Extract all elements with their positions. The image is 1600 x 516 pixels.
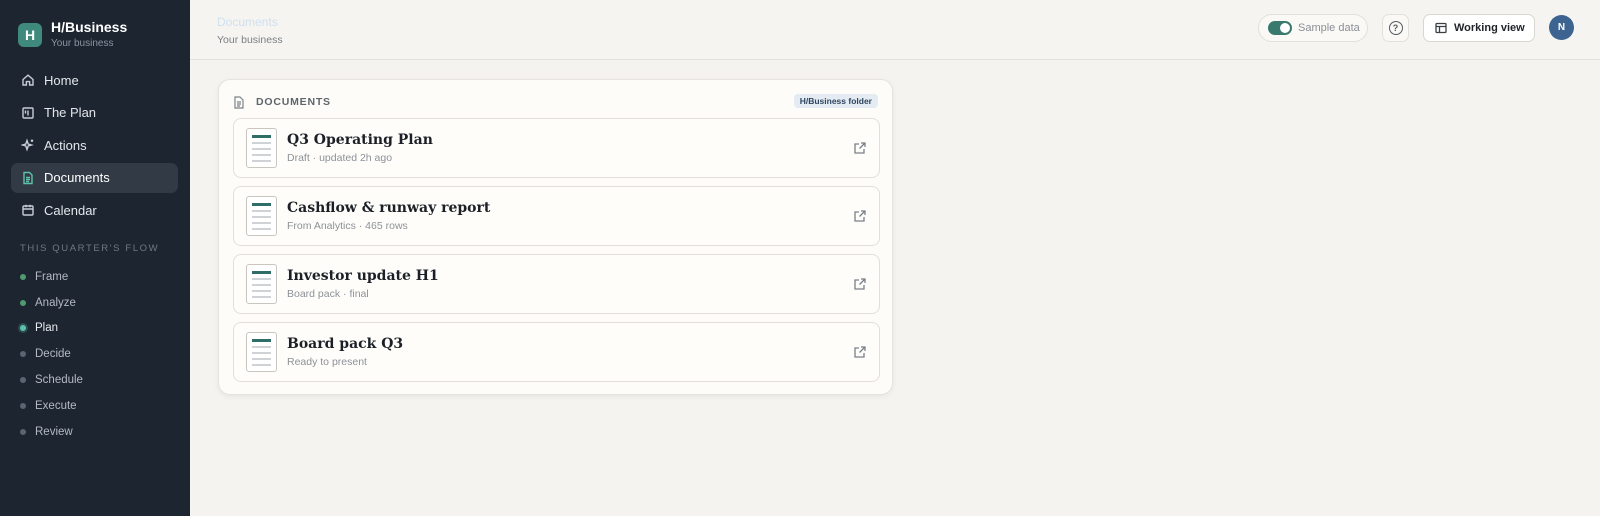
flow-step-label: Plan [35,322,59,335]
external-link-icon[interactable] [853,277,867,291]
document-thumbnail-icon [246,332,277,372]
sidebar-nav: Home The Plan Actions Documents Calendar [11,65,178,228]
sidebar-item-calendar[interactable]: Calendar [11,195,178,225]
document-icon [21,171,35,185]
flow-step-execute[interactable]: Execute [20,393,83,419]
layout-icon [1435,22,1447,34]
sidebar-item-label: Actions [44,137,87,153]
sidebar-item-actions[interactable]: Actions [11,130,178,160]
flow-step-label: Execute [35,399,77,412]
document-row[interactable]: Cashflow & runway report From Analytics … [233,186,880,246]
breadcrumb[interactable]: Documents [217,15,278,29]
question-icon: ? [1388,21,1403,35]
external-link-icon[interactable] [853,141,867,155]
document-row[interactable]: Q3 Operating Plan Draft · updated 2h ago [233,118,880,178]
document-thumbnail-icon [246,264,277,304]
step-status-dot [20,428,26,435]
flow-step-plan[interactable]: Plan [20,316,83,342]
document-title: Cashflow & runway report [287,200,491,216]
sidebar-item-label: Documents [44,170,110,185]
help-button[interactable]: ? [1382,14,1409,42]
flow-step-label: Review [35,425,73,438]
sidebar: H H/Business Your business Home The Plan… [0,0,190,516]
sidebar-item-label: Calendar [44,202,97,218]
brand[interactable]: H H/Business Your business [18,19,127,51]
document-list: Q3 Operating Plan Draft · updated 2h ago… [233,118,880,390]
step-status-dot [20,402,26,409]
plan-board-icon [21,106,35,120]
flow-heading: THIS QUARTER'S FLOW [20,243,160,254]
step-status-dot [20,273,26,280]
document-meta: Draft · updated 2h ago [287,152,393,164]
toggle-switch[interactable] [1268,21,1292,35]
document-title: Board pack Q3 [287,336,404,352]
sample-data-toggle[interactable]: Sample data [1258,14,1368,42]
sparkle-icon [21,138,35,152]
document-icon [234,95,244,109]
top-header: Documents Your business Sample data ? Wo… [190,0,1600,60]
external-link-icon[interactable] [853,345,867,359]
brand-name: H/Business [51,19,128,35]
user-avatar[interactable]: N [1549,15,1574,40]
sidebar-item-label: The Plan [44,105,97,120]
step-status-dot [20,299,26,306]
document-row[interactable]: Investor update H1 Board pack · final [233,254,880,314]
working-view-button[interactable]: Working view [1423,14,1535,42]
external-link-icon[interactable] [853,209,867,223]
step-status-dot [20,351,26,358]
document-title: Q3 Operating Plan [287,132,433,148]
sidebar-item-home[interactable]: Home [11,65,178,95]
brand-subtitle: Your business [51,38,114,49]
home-icon [21,73,35,87]
brand-logo: H [18,23,42,47]
flow-step-review[interactable]: Review [20,419,83,445]
step-status-dot [20,377,26,384]
sample-data-label: Sample data [1298,22,1360,34]
document-title: Investor update H1 [287,268,439,284]
document-row[interactable]: Board pack Q3 Ready to present [233,322,880,382]
document-meta: Board pack · final [287,288,369,300]
documents-panel: DOCUMENTS H/Business folder Q3 Operating… [218,79,893,395]
sidebar-item-label: Home [44,72,79,88]
sidebar-item-documents[interactable]: Documents [11,162,178,193]
flow-step-label: Decide [35,348,71,361]
folder-badge[interactable]: H/Business folder [793,94,878,108]
quarter-flow-list: Frame Analyze Plan Decide Schedule Execu… [20,264,83,445]
flow-step-label: Analyze [35,296,76,309]
step-status-dot [20,325,26,332]
document-thumbnail-icon [246,128,277,168]
document-thumbnail-icon [246,196,277,236]
flow-step-label: Schedule [35,374,83,387]
document-meta: From Analytics · 465 rows [287,220,408,232]
flow-step-frame[interactable]: Frame [20,264,83,290]
flow-step-decide[interactable]: Decide [20,341,83,367]
flow-step-label: Frame [35,270,69,283]
working-view-label: Working view [1454,22,1525,34]
header-subtitle: Your business [217,34,283,46]
document-meta: Ready to present [287,356,367,368]
flow-step-analyze[interactable]: Analyze [20,290,83,316]
calendar-icon [21,203,35,217]
documents-panel-header: DOCUMENTS H/Business folder [233,94,878,110]
sidebar-item-the-plan[interactable]: The Plan [11,98,178,128]
documents-title: DOCUMENTS [256,96,331,108]
flow-step-schedule[interactable]: Schedule [20,367,83,393]
